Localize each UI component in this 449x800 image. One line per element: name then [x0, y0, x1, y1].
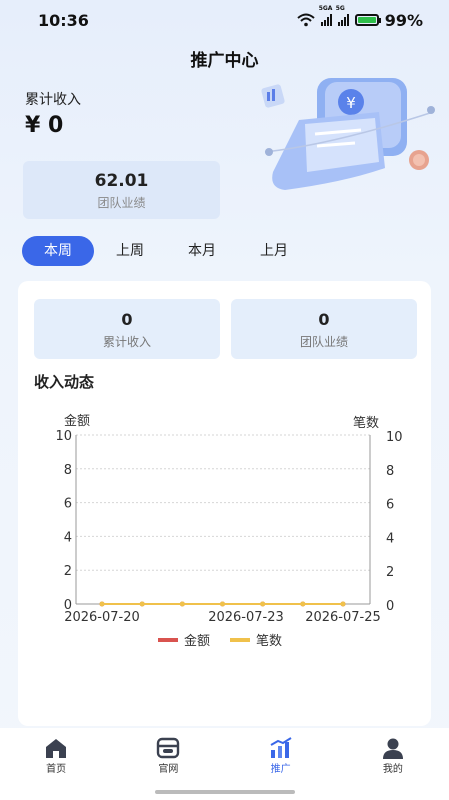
income-trend-title: 收入动态 [34, 373, 95, 391]
cumulative-income-label: 累计收入 [25, 92, 81, 108]
page-title: 推广中心 [190, 51, 259, 71]
promotion-chart-icon [270, 737, 292, 758]
series-point-2 [179, 601, 185, 607]
cellular-signal-icon-2: 5G [336, 5, 349, 26]
y-right-tick-label: 2 [386, 565, 394, 580]
y-left-tick-label: 8 [64, 463, 72, 478]
home-indicator[interactable] [155, 790, 295, 794]
status-time: 10:36 [38, 10, 89, 30]
team-performance-label: 团队业绩 [97, 196, 146, 210]
tab-this-month[interactable]: 本月 [166, 236, 238, 266]
nav-profile-label: 我的 [382, 764, 403, 775]
series-point-2 [300, 601, 306, 607]
y-right-tick-label: 4 [386, 531, 394, 546]
x-tick-label: 2026-07-25 [305, 610, 381, 625]
cellular-signal-icon-1: 5GA [319, 5, 332, 26]
legend-label-1: 金额 [184, 633, 210, 649]
series-point-2 [139, 601, 145, 607]
y-right-tick-label: 0 [386, 599, 394, 614]
tab-last-week[interactable]: 上周 [94, 236, 166, 266]
y-right-tick-label: 10 [386, 430, 403, 445]
battery-icon [354, 14, 381, 26]
status-icons: 5GA 5G 99% [297, 5, 423, 30]
x-tick-label: 2026-07-20 [64, 610, 140, 625]
y-left-tick-label: 4 [64, 530, 72, 545]
nav-website-label: 官网 [158, 764, 179, 775]
y-right-axis-title: 笔数 [353, 415, 379, 431]
y-right-tick-label: 6 [386, 498, 394, 513]
y-left-axis-title: 金额 [64, 413, 90, 429]
period-team-label: 团队业绩 [299, 335, 348, 349]
period-team-value: 0 [318, 310, 330, 329]
x-tick-label: 2026-07-23 [208, 610, 284, 625]
series-point-2 [260, 601, 266, 607]
period-team-card: 0 团队业绩 [231, 299, 417, 359]
profile-icon [382, 738, 403, 759]
nav-home-label: 首页 [46, 764, 67, 775]
cumulative-income-value: ¥ 0 [25, 113, 64, 138]
period-income-label: 累计收入 [102, 335, 151, 349]
home-icon [46, 739, 67, 758]
y-left-tick-label: 10 [55, 429, 72, 444]
svg-text:¥: ¥ [346, 94, 356, 112]
series-point-2 [340, 601, 346, 607]
nav-promotion-label: 推广 [270, 764, 291, 775]
series-point-2 [99, 601, 105, 607]
y-right-tick-label: 8 [386, 464, 394, 479]
series-point-2 [220, 601, 225, 607]
income-trend-chart: 金额 笔数024681002468102026-07-20 2026-07-23 20… [55, 413, 403, 649]
period-income-card: 0 累计收入 [34, 299, 220, 359]
nav-profile[interactable]: 我的 [358, 736, 428, 800]
status-bar: 10:36 5GA 5G 99% [0, 0, 449, 40]
website-icon [157, 737, 180, 759]
wifi-icon [297, 13, 315, 27]
tab-last-month[interactable]: 上月 [238, 236, 310, 266]
nav-home[interactable]: 首页 [21, 736, 91, 800]
team-performance-value: 62.01 [94, 171, 149, 191]
period-tabs: 本周 上周 本月 上月 [22, 236, 310, 266]
y-left-tick-label: 6 [64, 497, 72, 512]
receipt-illustration-icon: ¥ [261, 78, 435, 190]
team-performance-card: 62.01 团队业绩 [23, 161, 220, 219]
y-left-tick-label: 2 [64, 564, 72, 579]
period-income-value: 0 [121, 310, 133, 329]
tab-this-week[interactable]: 本周 [22, 236, 94, 266]
legend-label-2: 笔数 [256, 633, 282, 649]
battery-percent: 99% [384, 10, 423, 30]
